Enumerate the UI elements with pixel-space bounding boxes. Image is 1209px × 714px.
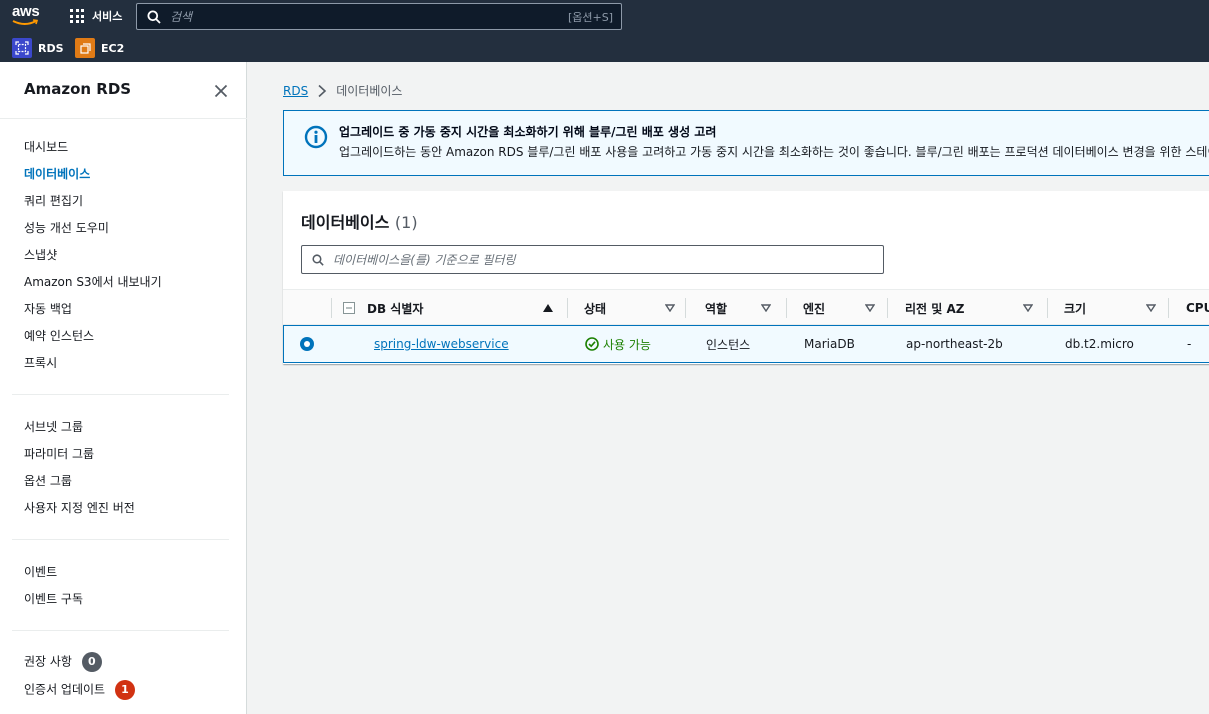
sidebar-item-databases[interactable]: 데이터베이스 — [24, 165, 90, 182]
column-label: 엔진 — [803, 301, 826, 316]
sort-icon[interactable] — [865, 304, 875, 312]
sidebar-item-events[interactable]: 이벤트 — [24, 563, 57, 580]
ec2-icon — [75, 38, 95, 58]
sort-icon[interactable] — [1023, 304, 1033, 312]
aws-logo-text: aws — [12, 3, 40, 20]
column-region-az[interactable]: 리전 및 AZ — [887, 290, 1047, 326]
cell-size: db.t2.micro — [1065, 337, 1134, 351]
sidebar-divider — [12, 394, 229, 395]
grid-icon — [70, 9, 84, 23]
check-circle-icon — [585, 337, 599, 351]
column-label: 상태 — [584, 301, 607, 316]
sidebar-item-dashboard[interactable]: 대시보드 — [24, 138, 68, 155]
aws-smile-icon — [12, 19, 39, 25]
info-banner-body: 업그레이드하는 동안 Amazon RDS 블루/그린 배포 사용을 고려하고 … — [339, 145, 1209, 159]
sidebar-item-s3-exports[interactable]: Amazon S3에서 내보내기 — [24, 273, 162, 290]
info-banner: 업그레이드 중 가동 중지 시간을 최소화하기 위해 블루/그린 배포 생성 고… — [283, 110, 1209, 176]
sidebar-item-proxies[interactable]: 프록시 — [24, 354, 57, 371]
sort-icon[interactable] — [1146, 304, 1156, 312]
row-select-radio[interactable] — [300, 337, 314, 351]
filter-placeholder: 데이터베이스을(를) 기준으로 필터링 — [333, 253, 516, 267]
close-icon[interactable] — [214, 84, 228, 98]
sidebar-item-label: 권장 사항 — [24, 654, 72, 669]
sidebar-title: Amazon RDS — [24, 80, 132, 98]
column-status[interactable]: 상태 — [567, 290, 685, 326]
certificate-update-count-badge: 1 — [114, 680, 135, 700]
favorite-ec2-label: EC2 — [101, 41, 125, 55]
sidebar-divider — [12, 539, 229, 540]
column-engine[interactable]: 엔진 — [786, 290, 887, 326]
sidebar-item-reserved-instances[interactable]: 예약 인스턴스 — [24, 327, 94, 344]
column-label: 크기 — [1064, 301, 1087, 316]
sidebar-item-subnet-groups[interactable]: 서브넷 그룹 — [24, 418, 83, 435]
databases-heading-text: 데이터베이스 — [301, 213, 390, 232]
search-icon — [147, 10, 161, 24]
databases-count: (1) — [394, 213, 418, 232]
favorite-rds-label: RDS — [38, 41, 64, 55]
sidebar-item-query-editor[interactable]: 쿼리 편집기 — [24, 192, 83, 209]
sort-icon[interactable] — [665, 304, 675, 312]
cell-region-az: ap-northeast-2b — [906, 337, 1003, 351]
recommendations-count-badge: 0 — [81, 652, 102, 672]
favorite-rds[interactable]: RDS — [12, 38, 64, 58]
column-label: 리전 및 AZ — [905, 301, 965, 316]
sidebar-divider — [12, 630, 229, 631]
search-placeholder: 검색 — [170, 10, 193, 24]
chevron-right-icon — [318, 84, 327, 97]
breadcrumb: RDS 데이터베이스 — [283, 82, 402, 99]
breadcrumb-rds-link[interactable]: RDS — [283, 84, 308, 98]
cell-engine: MariaDB — [804, 337, 855, 351]
top-navigation-bar: aws 서비스 검색 [옵션+S] RDS EC2 — [0, 0, 1209, 62]
sidebar-item-recommendations[interactable]: 권장 사항 0 — [24, 652, 102, 672]
column-label: DB 식별자 — [367, 301, 424, 316]
info-icon — [304, 125, 328, 149]
rds-icon — [12, 38, 32, 58]
breadcrumb-current: 데이터베이스 — [336, 84, 403, 98]
cell-db-identifier: spring-ldw-webservice — [374, 326, 509, 362]
info-banner-title: 업그레이드 중 가동 중지 시간을 최소화하기 위해 블루/그린 배포 생성 고… — [339, 125, 717, 139]
aws-logo[interactable]: aws — [12, 4, 40, 28]
database-filter-input[interactable]: 데이터베이스을(를) 기준으로 필터링 — [301, 245, 884, 274]
cell-status: 사용 가능 — [585, 326, 651, 362]
sidebar-item-label: 인증서 업데이트 — [24, 682, 106, 697]
sort-ascending-icon[interactable] — [543, 304, 553, 312]
sidebar-item-performance-insights[interactable]: 성능 개선 도우미 — [24, 219, 109, 236]
column-label: CPU — [1186, 301, 1209, 315]
databases-heading: 데이터베이스 (1) — [301, 209, 418, 233]
sidebar-item-option-groups[interactable]: 옵션 그룹 — [24, 472, 72, 489]
column-role[interactable]: 역할 — [685, 290, 786, 326]
column-db-identifier[interactable]: DB 식별자 — [331, 290, 567, 326]
sidebar-header-divider — [0, 118, 247, 119]
db-identifier-link[interactable]: spring-ldw-webservice — [374, 337, 509, 351]
search-icon — [312, 253, 324, 266]
status-badge: 사용 가능 — [585, 336, 651, 353]
favorite-ec2[interactable]: EC2 — [75, 38, 124, 58]
column-size[interactable]: 크기 — [1047, 290, 1168, 326]
expand-all-icon[interactable] — [343, 302, 355, 314]
column-cpu[interactable]: CPU — [1168, 290, 1209, 326]
sidebar-item-parameter-groups[interactable]: 파라미터 그룹 — [24, 445, 94, 462]
cell-cpu: - — [1187, 337, 1192, 351]
status-text: 사용 가능 — [603, 337, 651, 352]
sidebar-item-certificate-update[interactable]: 인증서 업데이트 1 — [24, 680, 135, 700]
column-label: 역할 — [705, 301, 728, 316]
sidebar-item-snapshots[interactable]: 스냅샷 — [24, 246, 57, 263]
sort-icon[interactable] — [761, 304, 771, 312]
table-row[interactable]: spring-ldw-webservice 사용 가능 인스턴스 MariaDB… — [283, 325, 1209, 363]
sidebar-item-automated-backups[interactable]: 자동 백업 — [24, 300, 72, 317]
cell-role: 인스턴스 — [706, 337, 751, 352]
table-header: DB 식별자 상태 역할 엔진 리전 및 AZ 크기 CPU — [283, 289, 1209, 325]
global-search-input[interactable]: 검색 [옵션+S] — [136, 3, 622, 30]
sidebar-item-event-subscriptions[interactable]: 이벤트 구독 — [24, 590, 83, 607]
services-label: 서비스 — [92, 10, 123, 23]
services-menu-button[interactable]: 서비스 — [70, 6, 122, 26]
sidebar-item-custom-engine-versions[interactable]: 사용자 지정 엔진 버전 — [24, 499, 135, 516]
search-shortcut: [옵션+S] — [567, 10, 613, 24]
databases-panel: 데이터베이스 (1) 데이터베이스을(를) 기준으로 필터링 DB 식별자 상태 — [283, 191, 1209, 364]
sidebar: Amazon RDS 대시보드 데이터베이스 쿼리 편집기 성능 개선 도우미 … — [0, 62, 247, 714]
